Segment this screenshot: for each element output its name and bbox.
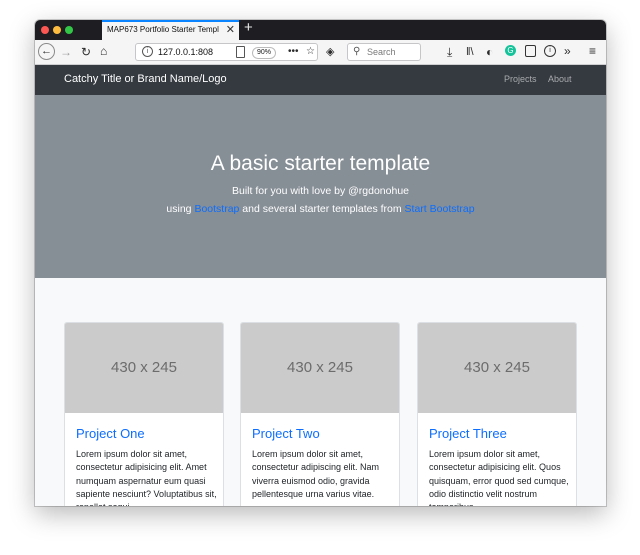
- forward-icon[interactable]: →: [60, 46, 72, 58]
- tab-strip: MAP673 Portfolio Starter Template ✕ +: [35, 20, 606, 40]
- sidebar-icon[interactable]: [525, 45, 536, 57]
- search-placeholder: Search: [367, 47, 396, 57]
- tab-title: MAP673 Portfolio Starter Template: [107, 25, 219, 34]
- new-tab-button[interactable]: +: [244, 20, 253, 36]
- credits-prefix: using: [166, 203, 195, 215]
- overflow-icon[interactable]: »: [564, 45, 571, 57]
- credits-middle: and several starter templates from: [239, 203, 405, 215]
- card-text: Lorem ipsum dolor sit amet, consectetur …: [76, 449, 217, 506]
- grammarly-icon[interactable]: G: [505, 45, 516, 56]
- page-viewport: Catchy Title or Brand Name/Logo Projects…: [35, 65, 606, 506]
- close-window-button[interactable]: [41, 26, 49, 34]
- url-text: 127.0.0.1:808: [158, 47, 214, 57]
- site-navbar: Catchy Title or Brand Name/Logo Projects…: [35, 65, 606, 95]
- search-icon: ⚲: [353, 46, 361, 57]
- project-card: 430 x 245 Project Two Lorem ipsum dolor …: [240, 322, 400, 506]
- project-card: 430 x 245 Project Three Lorem ipsum dolo…: [417, 322, 577, 506]
- reload-icon[interactable]: ↻: [81, 46, 91, 58]
- menu-icon[interactable]: ≡: [589, 45, 596, 57]
- card-text: Lorem ipsum dolor sit amet, consectetur …: [252, 449, 380, 499]
- hero-subtitle: Built for you with love by @rgdonohue: [231, 185, 409, 197]
- home-icon[interactable]: ⌂: [100, 45, 107, 57]
- bootstrap-link[interactable]: Bootstrap: [194, 203, 239, 215]
- url-bar[interactable]: i 127.0.0.1:808 90% ••• ☆: [135, 43, 318, 61]
- zoom-window-button[interactable]: [65, 26, 73, 34]
- zoom-level[interactable]: 90%: [252, 47, 277, 59]
- hero-credits: using Bootstrap and several starter temp…: [35, 203, 606, 215]
- card-title-link[interactable]: Project Three: [429, 426, 507, 441]
- start-bootstrap-link[interactable]: Start Bootstrap: [405, 203, 475, 215]
- privacy-icon[interactable]: i: [544, 45, 556, 57]
- card-text: Lorem ipsum dolor sit amet, consectetur …: [429, 449, 569, 506]
- back-icon[interactable]: ←: [38, 43, 55, 60]
- hero-section: A basic starter template Built for you w…: [35, 95, 606, 278]
- tab-close-icon[interactable]: ✕: [226, 23, 235, 36]
- brand-link[interactable]: Catchy Title or Brand Name/Logo: [64, 73, 227, 85]
- library-icon[interactable]: ‖\: [466, 46, 474, 58]
- info-icon[interactable]: i: [142, 46, 153, 57]
- card-image-placeholder: 430 x 245: [65, 323, 223, 413]
- card-title-link[interactable]: Project One: [76, 426, 145, 441]
- bookmark-star-icon[interactable]: ☆: [306, 46, 315, 58]
- download-icon[interactable]: ⤓: [447, 46, 452, 58]
- project-card: 430 x 245 Project One Lorem ipsum dolor …: [64, 322, 224, 506]
- browser-toolbar: ← → ↻ ⌂ i 127.0.0.1:808 90% ••• ☆ ◈ ⚲ Se…: [35, 40, 606, 65]
- browser-tab[interactable]: MAP673 Portfolio Starter Template ✕: [102, 20, 239, 40]
- hero-title: A basic starter template: [210, 152, 431, 175]
- more-icon[interactable]: •••: [288, 46, 299, 58]
- pocket-icon[interactable]: ◈: [326, 46, 334, 58]
- reader-view-icon[interactable]: [236, 46, 245, 58]
- browser-window: MAP673 Portfolio Starter Template ✕ + ← …: [35, 20, 606, 506]
- nav-link-projects[interactable]: Projects: [504, 74, 537, 84]
- card-title-link[interactable]: Project Two: [252, 426, 320, 441]
- card-image-placeholder: 430 x 245: [418, 323, 576, 413]
- search-input[interactable]: ⚲ Search: [347, 43, 421, 61]
- extension-icon[interactable]: ◐: [486, 46, 493, 58]
- nav-link-about[interactable]: About: [548, 74, 572, 84]
- minimize-window-button[interactable]: [53, 26, 61, 34]
- card-image-placeholder: 430 x 245: [241, 323, 399, 413]
